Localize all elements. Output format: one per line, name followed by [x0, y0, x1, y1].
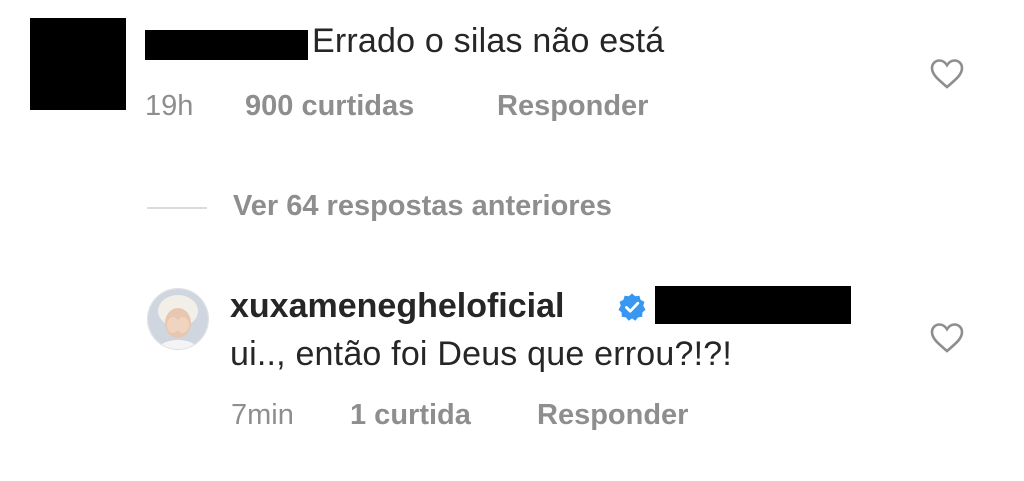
avatar-image	[148, 289, 208, 349]
comment-timestamp: 19h	[145, 90, 194, 122]
reply-button[interactable]: Responder	[497, 90, 648, 123]
heart-icon[interactable]	[929, 322, 965, 354]
reply-text: ui.., então foi Deus que errou?!?!	[230, 335, 733, 373]
reply-reply-button[interactable]: Responder	[537, 399, 688, 432]
reply-username[interactable]: xuxamenegheloficial	[230, 287, 564, 326]
redacted-username	[145, 30, 308, 60]
heart-icon[interactable]	[929, 58, 965, 90]
reply-likes-count-button[interactable]: 1 curtida	[350, 399, 471, 432]
comment-text: Errado o silas não está	[312, 22, 665, 60]
redacted-avatar	[30, 18, 126, 110]
avatar[interactable]	[147, 288, 209, 350]
likes-count-button[interactable]: 900 curtidas	[245, 90, 414, 123]
view-previous-replies-button[interactable]: Ver 64 respostas anteriores	[233, 190, 612, 223]
redacted-mention	[655, 286, 851, 324]
thread-divider	[147, 207, 207, 209]
verified-badge-icon	[618, 293, 646, 321]
reply-timestamp: 7min	[231, 399, 294, 431]
